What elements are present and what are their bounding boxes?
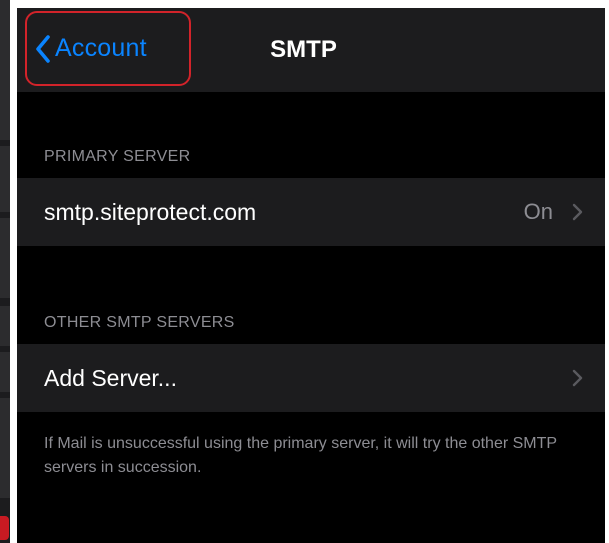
screenshot: Account SMTP PRIMARY SERVER smtp.sitepro… bbox=[0, 0, 609, 543]
previous-screen-band bbox=[0, 398, 10, 498]
navigation-bar: Account SMTP bbox=[17, 8, 605, 92]
chevron-left-icon bbox=[35, 34, 51, 63]
chevron-right-icon bbox=[572, 203, 583, 226]
add-server-row[interactable]: Add Server... bbox=[17, 344, 605, 412]
previous-screen-edge bbox=[0, 0, 10, 543]
chevron-right-icon bbox=[572, 369, 583, 392]
back-button-label: Account bbox=[55, 34, 147, 62]
section-header-primary: PRIMARY SERVER bbox=[44, 148, 191, 165]
primary-server-status: On bbox=[523, 199, 553, 224]
add-server-label: Add Server... bbox=[44, 365, 177, 391]
previous-screen-band bbox=[0, 352, 10, 392]
primary-server-row[interactable]: smtp.siteprotect.com On bbox=[17, 178, 605, 246]
section-header-other: OTHER SMTP SERVERS bbox=[44, 314, 235, 331]
primary-server-name: smtp.siteprotect.com bbox=[44, 199, 257, 225]
phone-screen: Account SMTP PRIMARY SERVER smtp.sitepro… bbox=[17, 8, 605, 543]
highlight-marker bbox=[0, 516, 9, 540]
previous-screen-band bbox=[0, 146, 10, 212]
smtp-footer-note: If Mail is unsuccessful using the primar… bbox=[44, 435, 557, 476]
settings-list: PRIMARY SERVER smtp.siteprotect.com On O… bbox=[17, 92, 605, 543]
back-button[interactable]: Account bbox=[25, 11, 191, 86]
previous-screen-band bbox=[0, 218, 10, 298]
previous-screen-band bbox=[0, 0, 10, 140]
previous-screen-band bbox=[0, 306, 10, 346]
